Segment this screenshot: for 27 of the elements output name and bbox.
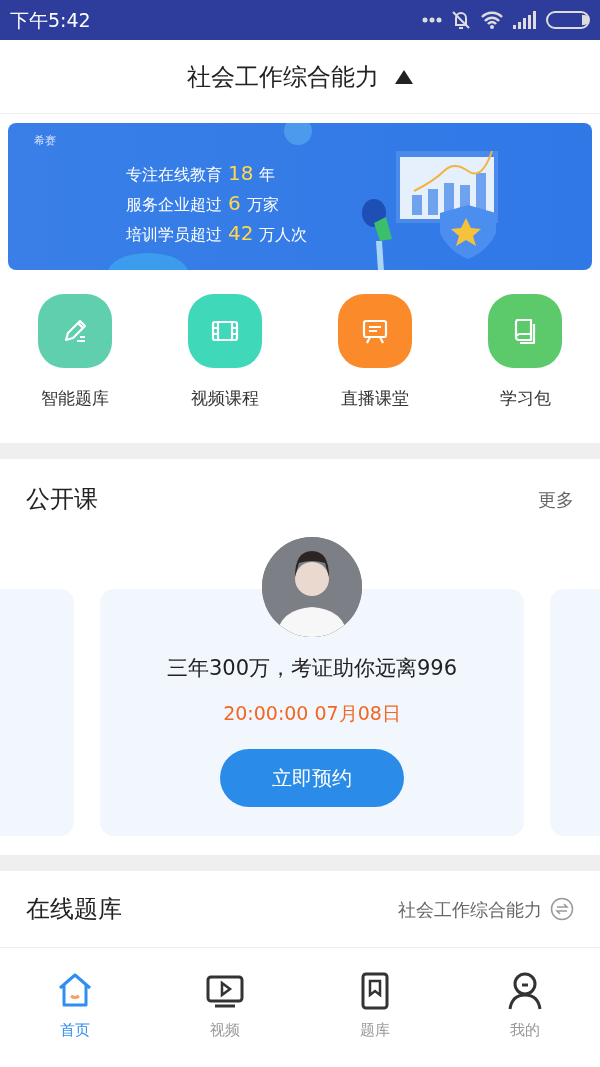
subject-switch-link[interactable]: 社会工作综合能力: [398, 895, 542, 923]
shortcut-item[interactable]: 智能题库: [0, 294, 150, 443]
muted-bell-icon: [450, 9, 472, 31]
battery-icon: [546, 11, 590, 29]
shortcut-item[interactable]: 直播课堂: [300, 294, 450, 443]
wifi-icon: [480, 10, 504, 30]
signal-icon: [512, 11, 538, 29]
course-card[interactable]: 三年300万，考证助你远离996 20:00:00 07月08日 立即预约: [100, 589, 524, 836]
banner-stat-text: 培训学员超过 42 万人次: [126, 220, 308, 247]
banner-stat-text: 专注在线教育 18 年: [126, 160, 277, 187]
more-dots-icon: [422, 17, 442, 23]
nav-tab[interactable]: 首页: [49, 970, 101, 1043]
shortcut-item[interactable]: 视频课程: [150, 294, 300, 443]
shortcut-item[interactable]: 学习包: [450, 294, 600, 443]
course-title: 三年300万，考证助你远离996: [166, 655, 458, 682]
switch-icon[interactable]: [550, 897, 574, 921]
brand-logo-text: 希赛: [34, 133, 56, 149]
status-time: 下午5:42: [10, 7, 91, 33]
promo-banner[interactable]: 希赛 专注在线教育 18 年 服务企业超过 6 万家 培训学员超过 42 万人次: [8, 123, 592, 270]
more-link[interactable]: 更多: [538, 485, 574, 513]
course-time: 20:00:00 07月08日: [223, 700, 401, 726]
page-title[interactable]: 社会工作综合能力: [187, 58, 379, 95]
banner-stat-text: 服务企业超过 6 万家: [126, 190, 280, 217]
section-title: 在线题库: [26, 894, 122, 925]
section-title: 公开课: [26, 484, 98, 515]
collapse-arrow-icon[interactable]: [395, 69, 413, 84]
reserve-button[interactable]: 立即预约: [220, 749, 404, 807]
